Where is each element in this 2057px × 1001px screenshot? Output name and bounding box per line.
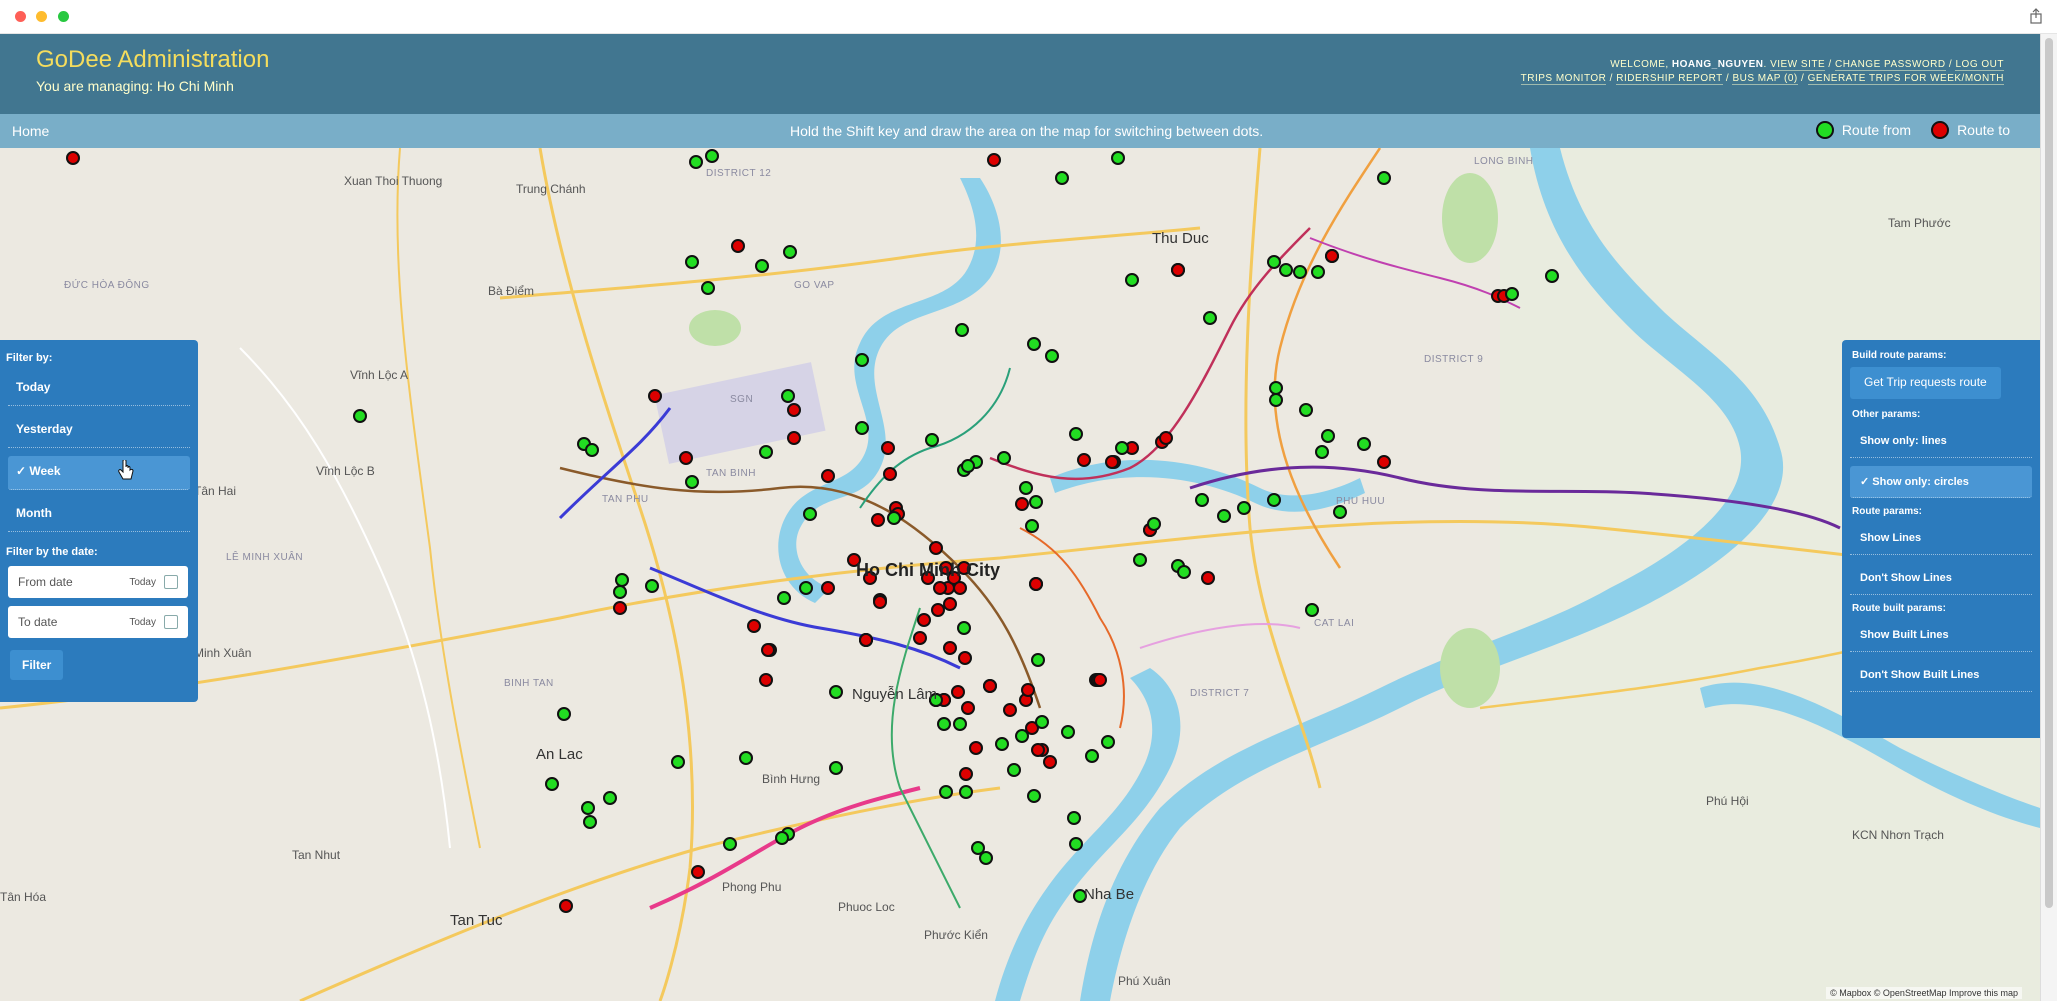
filter-month-button[interactable]: Month (8, 498, 190, 532)
managing-city-label: You are managing: Ho Chi Minh (36, 78, 234, 94)
map-label-le-minh-xuan: LÊ MINH XUÂN (226, 552, 304, 563)
minimize-window-button[interactable] (36, 11, 47, 22)
from-today-link[interactable]: Today (129, 577, 156, 588)
map-label-kcn: KCN Nhơn Trạch (1852, 828, 1944, 842)
to-today-link[interactable]: Today (129, 617, 156, 628)
calendar-icon[interactable] (164, 575, 178, 589)
page-scrollbar[interactable] (2040, 34, 2057, 1001)
map-hint: Hold the Shift key and draw the area on … (790, 123, 1264, 139)
filter-yesterday-button[interactable]: Yesterday (8, 414, 190, 448)
map-label-ba-diem: Bà Điểm (488, 284, 535, 298)
site-brand[interactable]: GoDee Administration (36, 46, 269, 74)
legend-route-to: Route to (1957, 122, 2010, 138)
welcome-prefix: WELCOME, (1610, 59, 1669, 70)
map-label-long-binh: LONG BINH (1474, 156, 1534, 167)
map-label-phuoc-loc: Phuoc Loc (838, 900, 895, 914)
show-built-lines-button[interactable]: Show Built Lines (1850, 620, 2032, 652)
map-label-nha-be: Nha Be (1084, 886, 1135, 903)
map-legend: Route from Route to (1815, 121, 2022, 139)
build-params-title: Build route params: (1852, 350, 1947, 361)
map-label-binh-hung: Bình Hưng (762, 772, 821, 786)
log-out-link[interactable]: LOG OUT (1955, 59, 2004, 71)
filter-submit-button[interactable]: Filter (10, 650, 64, 680)
legend-route-from: Route from (1841, 122, 1912, 138)
get-trip-requests-button[interactable]: Get Trip requests route (1850, 367, 2001, 399)
to-date-field[interactable]: To date Today (8, 606, 188, 638)
filter-title: Filter by: (6, 352, 53, 364)
map-label-go-vap: GO VAP (794, 280, 835, 291)
show-only-lines-button[interactable]: Show only: lines (1850, 426, 2032, 458)
map-label-xuan-thoi: Xuan Thoi Thuong (344, 174, 443, 188)
map-label-district-9: DISTRICT 9 (1424, 354, 1484, 365)
show-only-circles-button[interactable]: ✓ Show only: circles (1850, 466, 2032, 498)
map-label-tan-tuc: Tan Tuc (450, 912, 503, 929)
map-label-tan-hai: Tân Hai (194, 484, 237, 498)
to-date-placeholder: To date (18, 615, 58, 629)
map-label-tam-phuoc: Tam Phước (1888, 216, 1951, 230)
filter-week-button[interactable]: ✓ Week (8, 456, 190, 490)
map-label-nguyen-lam: Nguyễn Lâm (852, 686, 938, 703)
generate-trips-link[interactable]: GENERATE TRIPS FOR WEEK/MONTH (1807, 73, 2004, 85)
route-to-swatch-icon (1931, 121, 1950, 139)
breadcrumb: Home Hold the Shift key and draw the are… (0, 114, 2040, 148)
map-label-phu-xuan: Phú Xuân (1118, 974, 1171, 988)
map-label-tan-hoa: Tân Hóa (0, 890, 47, 904)
share-icon[interactable] (2029, 8, 2043, 24)
show-lines-button[interactable]: Show Lines (1850, 523, 2032, 555)
window-titlebar (0, 0, 2057, 34)
dont-show-built-lines-button[interactable]: Don't Show Built Lines (1850, 660, 2032, 692)
map-label-vinh-loc-b: Vĩnh Lộc B (316, 464, 375, 478)
map-label-sgn: SGN (730, 394, 754, 405)
map-label-an-lac: An Lac (536, 746, 583, 763)
map-label-cat-lai: CAT LAI (1314, 618, 1355, 629)
map-label-trung-chanh: Trung Chánh (516, 182, 586, 196)
admin-header: GoDee Administration You are managing: H… (0, 34, 2040, 114)
map-label-phong-phu: Phong Phu (722, 880, 782, 894)
route-from-swatch-icon (1815, 121, 1834, 139)
map-canvas[interactable] (0, 148, 2040, 1001)
ridership-report-link[interactable]: RIDERSHIP REPORT (1616, 73, 1723, 85)
change-password-link[interactable]: CHANGE PASSWORD (1834, 59, 1946, 71)
route-params-panel: Build route params: Get Trip requests ro… (1842, 340, 2040, 738)
route-params-title: Route params: (1852, 506, 1923, 517)
trips-monitor-link[interactable]: TRIPS MONITOR (1520, 73, 1607, 85)
map-label-thu-duc: Thu Duc (1152, 230, 1209, 247)
route-map[interactable]: Xuan Thoi Thuong Trung Chánh DISTRICT 12… (0, 148, 2040, 1001)
map-label-phuoc-kien: Phước Kiển (924, 928, 988, 942)
filter-today-button[interactable]: Today (8, 372, 190, 406)
map-label-vinh-loc-a: Vĩnh Lộc A (350, 368, 409, 382)
filter-panel: Filter by: Today Yesterday ✓ Week Month … (0, 340, 198, 702)
map-attribution[interactable]: © Mapbox © OpenStreetMap Improve this ma… (1826, 987, 2022, 999)
breadcrumb-home[interactable]: Home (12, 123, 49, 139)
map-label-phu-hoi: Phú Hội (1706, 794, 1749, 808)
view-site-link[interactable]: VIEW SITE (1770, 59, 1826, 71)
map-label-binh-tan: BINH TAN (504, 678, 554, 689)
filter-date-title: Filter by the date: (6, 546, 98, 558)
close-window-button[interactable] (15, 11, 26, 22)
built-params-title: Route built params: (1852, 603, 1946, 614)
other-params-title: Other params: (1852, 409, 1921, 420)
map-label-duc-hoa-dong: ĐỨC HÒA ĐÔNG (64, 280, 150, 291)
bus-map-link[interactable]: BUS MAP (0) (1732, 73, 1798, 85)
map-label-district-12: DISTRICT 12 (706, 168, 772, 179)
map-label-tan-phu: TAN PHU (602, 494, 649, 505)
map-label-tan-binh: TAN BINH (706, 468, 756, 479)
dont-show-lines-button[interactable]: Don't Show Lines (1850, 563, 2032, 595)
map-label-phu-huu: PHU HUU (1336, 496, 1386, 507)
zoom-window-button[interactable] (58, 11, 69, 22)
username: HOANG_NGUYEN (1671, 59, 1764, 70)
user-tools: WELCOME, HOANG_NGUYEN. VIEW SITE / CHANG… (1520, 59, 2004, 85)
map-label-center-city: Ho Chi Minh City (856, 560, 1000, 580)
scrollbar-thumb[interactable] (2045, 38, 2053, 908)
calendar-icon[interactable] (164, 615, 178, 629)
from-date-placeholder: From date (18, 575, 73, 589)
pointer-cursor-icon (118, 460, 134, 480)
from-date-field[interactable]: From date Today (8, 566, 188, 598)
map-label-tan-nhut: Tan Nhut (292, 848, 341, 862)
map-label-district-7: DISTRICT 7 (1190, 688, 1250, 699)
